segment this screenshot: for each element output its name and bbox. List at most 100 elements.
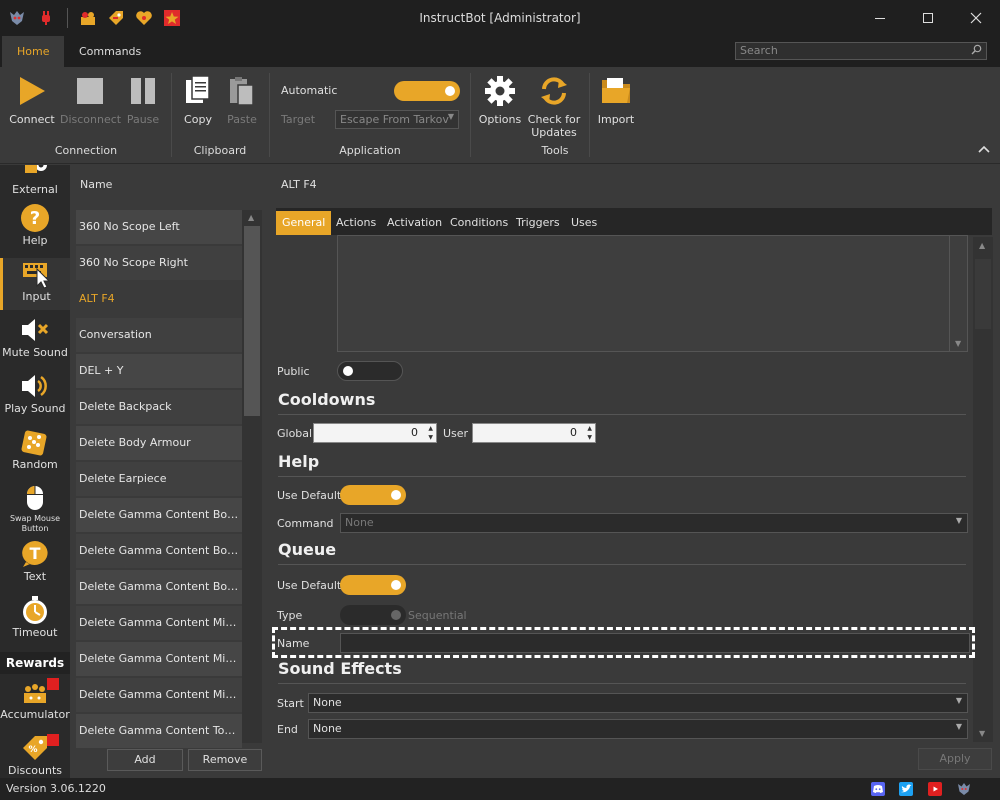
search-placeholder: Search bbox=[740, 44, 778, 57]
nav-label-swap-mouse-2: Button bbox=[21, 524, 49, 533]
nav-item-text[interactable]: T Text bbox=[0, 538, 70, 590]
import-button[interactable]: Import bbox=[596, 73, 636, 126]
section-divider bbox=[278, 476, 966, 477]
discord-icon[interactable] bbox=[871, 782, 885, 796]
list-column-header[interactable]: Name bbox=[80, 178, 112, 191]
check-updates-label-2: Updates bbox=[531, 126, 577, 139]
sound-end-label: End bbox=[277, 723, 298, 736]
nav-item-swap-mouse[interactable]: Swap Mouse Button bbox=[0, 482, 70, 534]
scroll-up-icon[interactable]: ▲ bbox=[248, 213, 254, 222]
list-item[interactable]: Delete Earpiece bbox=[76, 462, 242, 496]
add-button[interactable]: Add bbox=[107, 749, 183, 771]
detail-scroll-thumb[interactable] bbox=[975, 259, 991, 329]
tab-commands[interactable]: Commands bbox=[64, 36, 156, 67]
list-item[interactable]: 360 No Scope Left bbox=[76, 210, 242, 244]
queue-type-label: Type bbox=[277, 609, 303, 622]
nav-item-external[interactable]: External bbox=[0, 165, 70, 197]
help-use-default-toggle[interactable] bbox=[340, 485, 406, 505]
nav-item-play-sound[interactable]: Play Sound bbox=[0, 370, 70, 422]
description-textarea[interactable]: ▼ bbox=[337, 235, 968, 352]
twitter-icon[interactable] bbox=[899, 782, 913, 796]
nav-item-input[interactable]: Input bbox=[0, 258, 70, 310]
toggle-knob bbox=[343, 366, 353, 376]
tab-conditions[interactable]: Conditions bbox=[444, 211, 514, 235]
automatic-toggle[interactable] bbox=[394, 81, 460, 101]
queue-use-default-toggle[interactable] bbox=[340, 575, 406, 595]
list-item[interactable]: Delete Gamma Content Bottom ... bbox=[76, 534, 242, 568]
list-item[interactable]: Conversation bbox=[76, 318, 242, 352]
list-item[interactable]: 360 No Scope Right bbox=[76, 246, 242, 280]
spinner-arrows-icon[interactable]: ▲ ▼ bbox=[587, 424, 592, 442]
check-updates-button[interactable]: Check for Updates bbox=[526, 73, 582, 139]
tab-home[interactable]: Home bbox=[2, 36, 65, 67]
public-toggle[interactable] bbox=[337, 361, 403, 381]
list-item[interactable]: Delete Gamma Content Top Ce... bbox=[76, 714, 242, 748]
speaker-icon bbox=[19, 370, 51, 402]
chevron-down-icon: ▼ bbox=[955, 696, 962, 705]
nav-item-discounts[interactable]: % Discounts bbox=[0, 732, 70, 778]
options-button[interactable]: Options bbox=[478, 73, 522, 126]
options-label: Options bbox=[478, 113, 522, 126]
list-item[interactable]: Delete Gamma Content Bottom ... bbox=[76, 570, 242, 604]
apply-button[interactable]: Apply bbox=[918, 748, 992, 770]
user-cooldown-label: User bbox=[443, 427, 469, 440]
disconnect-label: Disconnect bbox=[60, 113, 122, 126]
sound-start-value: None bbox=[313, 696, 342, 709]
nav-item-help[interactable]: ? Help bbox=[0, 202, 70, 254]
search-icon[interactable] bbox=[971, 44, 982, 58]
tab-actions[interactable]: Actions bbox=[330, 211, 382, 235]
textarea-scrollbar[interactable]: ▼ bbox=[949, 236, 967, 351]
list-item[interactable]: Delete Gamma Content Middle ... bbox=[76, 606, 242, 640]
copy-label: Copy bbox=[184, 113, 212, 126]
help-command-dropdown[interactable]: None ▼ bbox=[340, 513, 968, 533]
scroll-down-icon[interactable]: ▼ bbox=[955, 339, 961, 348]
remove-button[interactable]: Remove bbox=[188, 749, 262, 771]
sound-end-dropdown[interactable]: None ▼ bbox=[308, 719, 968, 739]
user-cooldown-spinner[interactable]: 0 ▲ ▼ bbox=[472, 423, 596, 443]
detail-scrollbar[interactable]: ▲ ▼ bbox=[973, 237, 993, 742]
target-label: Target bbox=[281, 113, 316, 126]
tab-triggers[interactable]: Triggers bbox=[510, 211, 566, 235]
scroll-down-icon[interactable]: ▼ bbox=[979, 729, 985, 738]
list-scrollbar[interactable]: ▲ bbox=[242, 210, 262, 743]
queue-type-toggle[interactable] bbox=[340, 605, 406, 625]
tab-general[interactable]: General bbox=[276, 211, 332, 235]
global-cooldown-spinner[interactable]: 0 ▲ ▼ bbox=[313, 423, 437, 443]
list-item[interactable]: Delete Gamma Content Bottom ... bbox=[76, 498, 242, 532]
disconnect-button[interactable]: Disconnect bbox=[60, 73, 122, 126]
paste-button[interactable]: Paste bbox=[222, 73, 262, 126]
list-item[interactable]: Delete Gamma Content Middle ... bbox=[76, 678, 242, 712]
notification-badge bbox=[47, 734, 59, 746]
section-divider bbox=[278, 414, 966, 415]
nav-item-accumulator[interactable]: Accumulator bbox=[0, 676, 70, 728]
app-logo-small-icon[interactable] bbox=[957, 782, 971, 796]
spinner-arrows-icon[interactable]: ▲ ▼ bbox=[428, 424, 433, 442]
global-cooldown-value: 0 bbox=[411, 426, 418, 439]
minimize-button[interactable] bbox=[856, 0, 904, 36]
scroll-up-icon[interactable]: ▲ bbox=[979, 241, 985, 250]
list-item[interactable]: Delete Gamma Content Middle L... bbox=[76, 642, 242, 676]
nav-item-timeout[interactable]: Timeout bbox=[0, 594, 70, 646]
list-item[interactable]: Delete Backpack bbox=[76, 390, 242, 424]
rewards-section-header: Rewards bbox=[0, 652, 70, 674]
search-input[interactable]: Search bbox=[735, 42, 987, 60]
copy-button[interactable]: Copy bbox=[178, 73, 218, 126]
maximize-button[interactable] bbox=[904, 0, 952, 36]
connect-button[interactable]: Connect bbox=[8, 73, 56, 126]
collapse-ribbon-icon[interactable] bbox=[978, 143, 990, 156]
close-button[interactable] bbox=[952, 0, 1000, 36]
target-dropdown[interactable]: Escape From Tarkov ▼ bbox=[335, 110, 459, 129]
youtube-icon[interactable] bbox=[928, 782, 942, 796]
list-item[interactable]: Delete Body Armour bbox=[76, 426, 242, 460]
nav-item-random[interactable]: Random bbox=[0, 426, 70, 478]
tab-uses[interactable]: Uses bbox=[565, 211, 603, 235]
connect-label: Connect bbox=[9, 113, 55, 126]
nav-item-mute-sound[interactable]: Mute Sound bbox=[0, 314, 70, 366]
sound-start-dropdown[interactable]: None ▼ bbox=[308, 693, 968, 713]
list-item[interactable]: DEL + Y bbox=[76, 354, 242, 388]
list-scroll-thumb[interactable] bbox=[244, 226, 260, 416]
tab-activation[interactable]: Activation bbox=[381, 211, 448, 235]
pause-button[interactable]: Pause bbox=[122, 73, 164, 126]
svg-text:?: ? bbox=[30, 208, 40, 229]
list-item[interactable]: ALT F4 bbox=[76, 282, 242, 316]
